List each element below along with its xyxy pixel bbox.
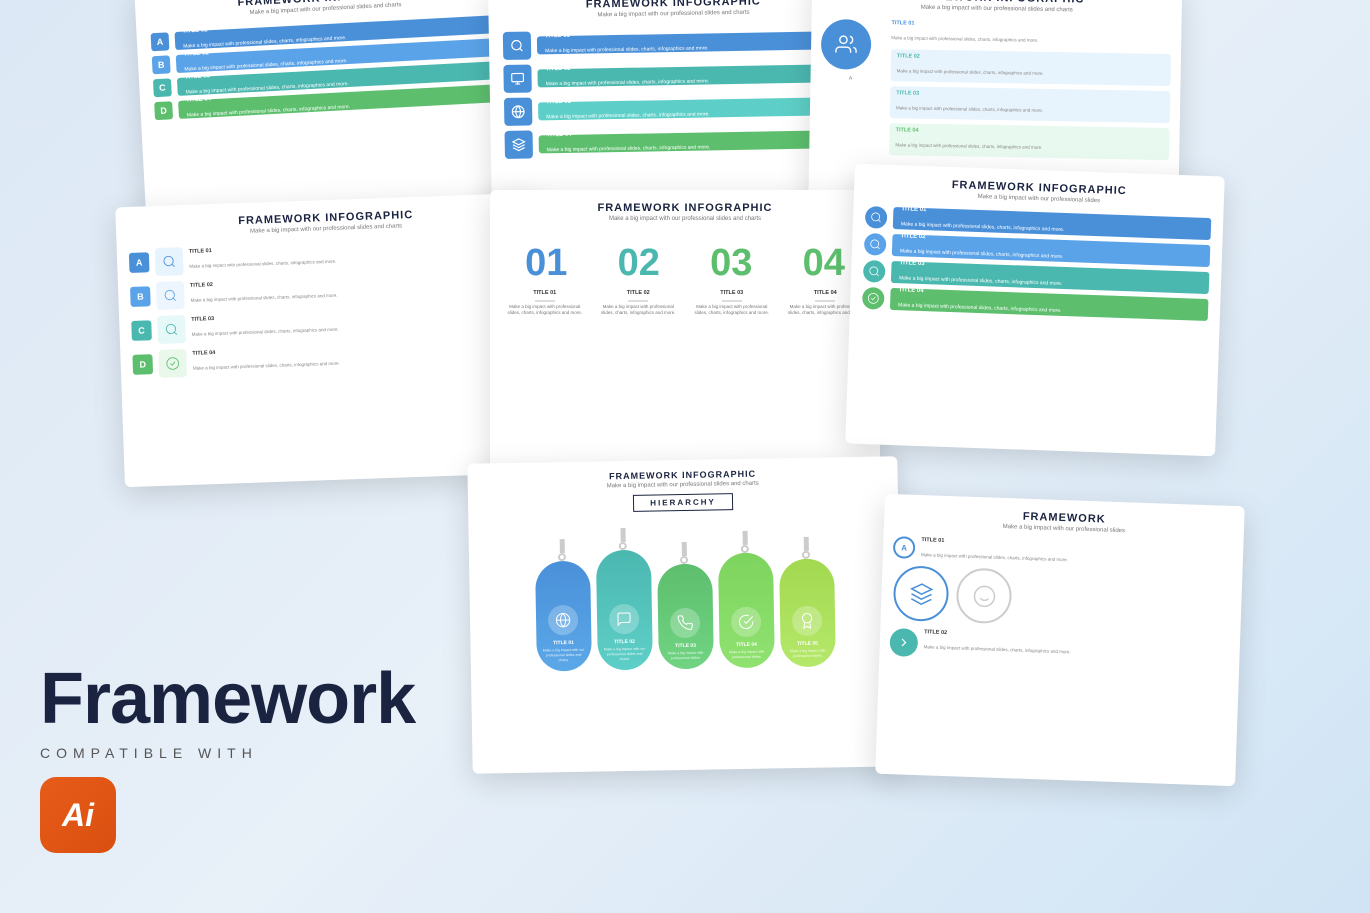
slide-icons-top-center: FRAMEWORK INFOGRAPHIC Make a big impact … <box>488 0 862 218</box>
pod-3: TITLE 03 Make a big impact with professi… <box>656 542 713 670</box>
list-item: TITLE 02 Make a big impact with professi… <box>889 628 1230 668</box>
pod-5: TITLE 05 Make a big impact with professi… <box>778 536 835 667</box>
slide-circles-bot-right: FRAMEWORK Make a big impact with our pro… <box>875 494 1245 786</box>
bar-content: TITLE 01Make a big impact with professio… <box>901 206 1065 236</box>
icon-box-d <box>158 349 187 378</box>
circle-label-1: A <box>893 536 916 559</box>
list-item: TITLE 03Make a big impact with professio… <box>504 92 846 126</box>
ribbon-label-d: D <box>154 101 173 120</box>
list-item: TITLE 01Make a big impact with professio… <box>503 26 845 60</box>
br-content-2: TITLE 02 Make a big impact with professi… <box>923 629 1230 668</box>
letter-b: B <box>130 286 151 307</box>
slide-icon-list-mid-right: FRAMEWORK INFOGRAPHIC Make a big impact … <box>845 164 1225 457</box>
circle-list: A TITLE 01 Make a big impact with profes… <box>879 532 1243 677</box>
ribbon-label-a: A <box>151 32 170 51</box>
circle-icon-1 <box>893 565 950 622</box>
ribbon-label-c: C <box>153 78 172 97</box>
ribbon-label-b: B <box>152 55 171 74</box>
letter-a: A <box>129 252 150 273</box>
ai-text: Ai <box>62 797 94 834</box>
icon-box-c <box>157 315 186 344</box>
list-item: TITLE 02Make a big impact with professio… <box>503 59 845 93</box>
branding-section: Framework COMPATIBLE WITH Ai <box>40 663 415 853</box>
pod-1: TITLE 01 Make a big impact with our prof… <box>534 539 591 672</box>
ai-icon-badge: Ai <box>40 777 116 853</box>
compatible-label: COMPATIBLE WITH <box>40 745 415 761</box>
number-03: 03 <box>710 244 752 282</box>
ribbon-list: A TITLE 01Make a big impact with profess… <box>136 8 521 132</box>
circle-icon-2 <box>956 567 1013 624</box>
text-col-c: TITLE 03 Make a big impact with professi… <box>191 305 528 341</box>
table-content: A TITLE 01 Make a big impact with profes… <box>117 231 542 390</box>
slide-header: FRAMEWORK INFOGRAPHIC Make a big impact … <box>490 190 880 228</box>
hierarchy-box: HIERARCHY <box>633 493 733 512</box>
list-item: TITLE 04Make a big impact with professio… <box>505 125 847 159</box>
product-title: Framework <box>40 663 415 735</box>
text-col-b: TITLE 02 Make a big impact with professi… <box>190 271 527 307</box>
icon-list: TITLE 01Make a big impact with professio… <box>850 202 1224 331</box>
desc-01: TITLE 01 Make a big impact with professi… <box>505 290 585 317</box>
number-02: 02 <box>618 244 660 282</box>
letter-c: C <box>131 320 152 341</box>
icon-circle-3 <box>863 260 886 283</box>
slide-table-mid-left: FRAMEWORK INFOGRAPHIC Make a big impact … <box>115 193 545 487</box>
pod-4: TITLE 04 Make a big impact with professi… <box>717 530 774 668</box>
circle-row-icons <box>891 565 1233 632</box>
text-col-a: TITLE 01 Make a big impact with professi… <box>189 237 526 273</box>
slide-hierarchy-bot-center: FRAMEWORK INFOGRAPHIC Make a big impact … <box>467 456 902 773</box>
numbers-desc: TITLE 01 Make a big impact with professi… <box>490 290 880 317</box>
hierarchy-pods: TITLE 01 Make a big impact with our prof… <box>468 517 901 682</box>
ribbon-list-center: TITLE 01Make a big impact with professio… <box>489 20 861 170</box>
bar-content: TITLE 02Make a big impact with professio… <box>900 233 1064 263</box>
icon-circle-1 <box>865 206 888 229</box>
slide-subtitle: Make a big impact with our professional … <box>500 216 870 222</box>
desc-03: TITLE 03 Make a big impact with professi… <box>692 290 772 317</box>
arrow-circle <box>889 628 918 657</box>
pod-2: TITLE 02 Make a big impact with our prof… <box>595 528 652 671</box>
bar-content: TITLE 04Make a big impact with professio… <box>898 287 1062 317</box>
number-04: 04 <box>803 244 845 282</box>
icon-circle-4 <box>862 287 885 310</box>
icon-bar-4: TITLE 04Make a big impact with professio… <box>890 288 1209 321</box>
icon-box-b <box>156 281 185 310</box>
list-item: D TITLE 04 Make a big impact with profes… <box>132 337 529 379</box>
slide-ribbon-top-left: FRAMEWORK INFOGRAPHIC Make a big impact … <box>134 0 526 220</box>
number-01: 01 <box>525 244 567 282</box>
text-col-d: TITLE 04 Make a big impact with professi… <box>192 339 529 375</box>
letter-d: D <box>132 354 153 375</box>
icon-circle-2 <box>864 233 887 256</box>
hierarchy-header: FRAMEWORK INFOGRAPHIC Make a big impact … <box>467 456 898 524</box>
desc-02: TITLE 02 Make a big impact with professi… <box>598 290 678 317</box>
numbers-row: 01 02 03 04 <box>490 228 880 290</box>
slide-numbers-mid-center: FRAMEWORK INFOGRAPHIC Make a big impact … <box>490 190 880 490</box>
bar-content: TITLE 03Make a big impact with professio… <box>899 260 1063 290</box>
slide-title: FRAMEWORK INFOGRAPHIC <box>500 202 870 214</box>
icon-box-a <box>155 247 184 276</box>
